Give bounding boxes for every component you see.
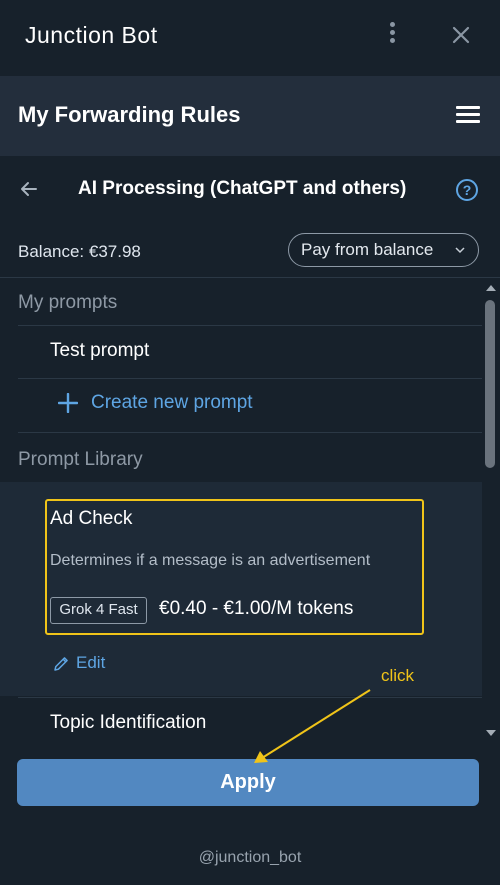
- divider: [0, 277, 500, 278]
- click-annotation: click: [381, 666, 415, 685]
- balance-text: Balance: €37.98: [18, 242, 141, 261]
- scroll-up-icon[interactable]: [484, 283, 498, 293]
- pencil-icon: [54, 657, 68, 671]
- divider: [18, 378, 482, 379]
- menu-icon[interactable]: [456, 106, 480, 126]
- divider: [18, 697, 482, 698]
- help-icon[interactable]: ?: [456, 179, 478, 201]
- model-badge: Grok 4 Fast: [50, 597, 147, 624]
- library-item-topic-identification[interactable]: Topic Identification: [50, 712, 206, 734]
- chevron-down-icon: [455, 247, 465, 254]
- bot-handle: @junction_bot: [198, 849, 302, 866]
- scrollbar-thumb[interactable]: [485, 300, 495, 468]
- divider: [18, 432, 482, 433]
- divider: [18, 325, 482, 326]
- plus-icon: [58, 393, 78, 413]
- more-vertical-icon[interactable]: [382, 22, 402, 48]
- create-prompt-label: Create new prompt: [91, 392, 253, 413]
- close-icon[interactable]: [448, 22, 474, 48]
- payment-method-select[interactable]: Pay from balance: [288, 233, 479, 267]
- window-title: Junction Bot: [25, 22, 158, 48]
- prompt-library-label: Prompt Library: [18, 449, 143, 470]
- price-text: €0.40 - €1.00/M tokens: [159, 598, 354, 619]
- payment-method-value: Pay from balance: [301, 240, 434, 259]
- scroll-down-icon[interactable]: [484, 728, 498, 738]
- prompt-item-test[interactable]: Test prompt: [50, 340, 149, 362]
- my-prompts-label: My prompts: [18, 292, 118, 313]
- back-arrow-icon[interactable]: [16, 176, 42, 202]
- library-item-description: Determines if a message is an advertisem…: [50, 552, 371, 569]
- edit-label: Edit: [76, 653, 106, 672]
- library-item-title: Ad Check: [50, 508, 133, 529]
- apply-button[interactable]: Apply: [17, 759, 479, 806]
- page-title: My Forwarding Rules: [18, 102, 241, 127]
- section-title: AI Processing (ChatGPT and others): [78, 178, 407, 199]
